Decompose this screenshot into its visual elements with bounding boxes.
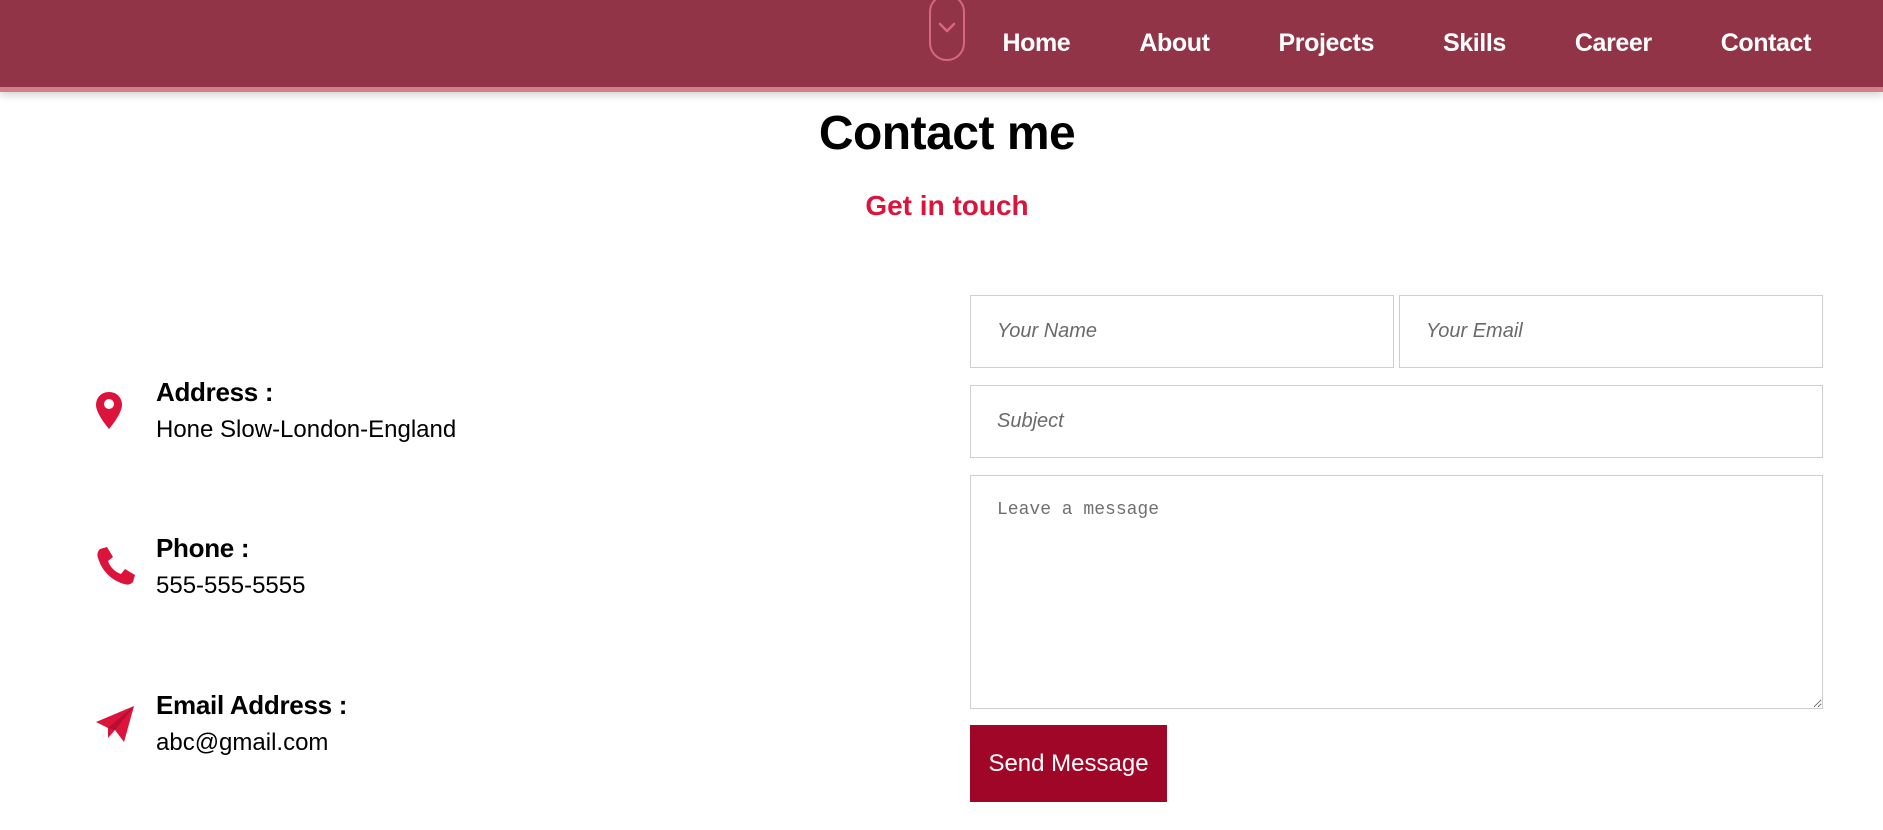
message-textarea[interactable] xyxy=(970,475,1823,709)
name-input[interactable] xyxy=(970,295,1394,368)
phone-label: Phone : xyxy=(156,533,250,563)
email-input[interactable] xyxy=(1399,295,1823,368)
subject-input[interactable] xyxy=(970,385,1823,458)
nav-link-home[interactable]: Home xyxy=(1002,29,1070,58)
nav-link-career[interactable]: Career xyxy=(1575,29,1652,58)
nav-link-contact[interactable]: Contact xyxy=(1721,29,1812,58)
nav-link-skills[interactable]: Skills xyxy=(1443,29,1506,58)
send-message-button[interactable]: Send Message xyxy=(970,725,1167,802)
paper-plane-icon xyxy=(96,706,134,742)
email-value: abc@gmail.com xyxy=(156,729,329,756)
nav-link-projects[interactable]: Projects xyxy=(1279,29,1375,58)
phone-info: Phone : 555-555-5555 xyxy=(92,533,692,613)
address-info: Address : Hone Slow-London-England xyxy=(92,377,692,457)
page-title: Contact me xyxy=(818,107,1076,160)
email-info: Email Address : abc@gmail.com xyxy=(92,690,692,770)
phone-icon xyxy=(97,547,135,585)
email-label: Email Address : xyxy=(156,690,348,720)
navbar: Home About Projects Skills Career Contac… xyxy=(0,0,1883,87)
location-pin-icon xyxy=(96,392,122,429)
phone-value: 555-555-5555 xyxy=(156,572,306,599)
page-subtitle: Get in touch xyxy=(865,190,1029,221)
nav-link-about[interactable]: About xyxy=(1139,29,1210,58)
address-label: Address : xyxy=(156,377,274,407)
address-value: Hone Slow-London-England xyxy=(156,416,457,443)
nav-menu: Home About Projects Skills Career Contac… xyxy=(933,0,1811,87)
